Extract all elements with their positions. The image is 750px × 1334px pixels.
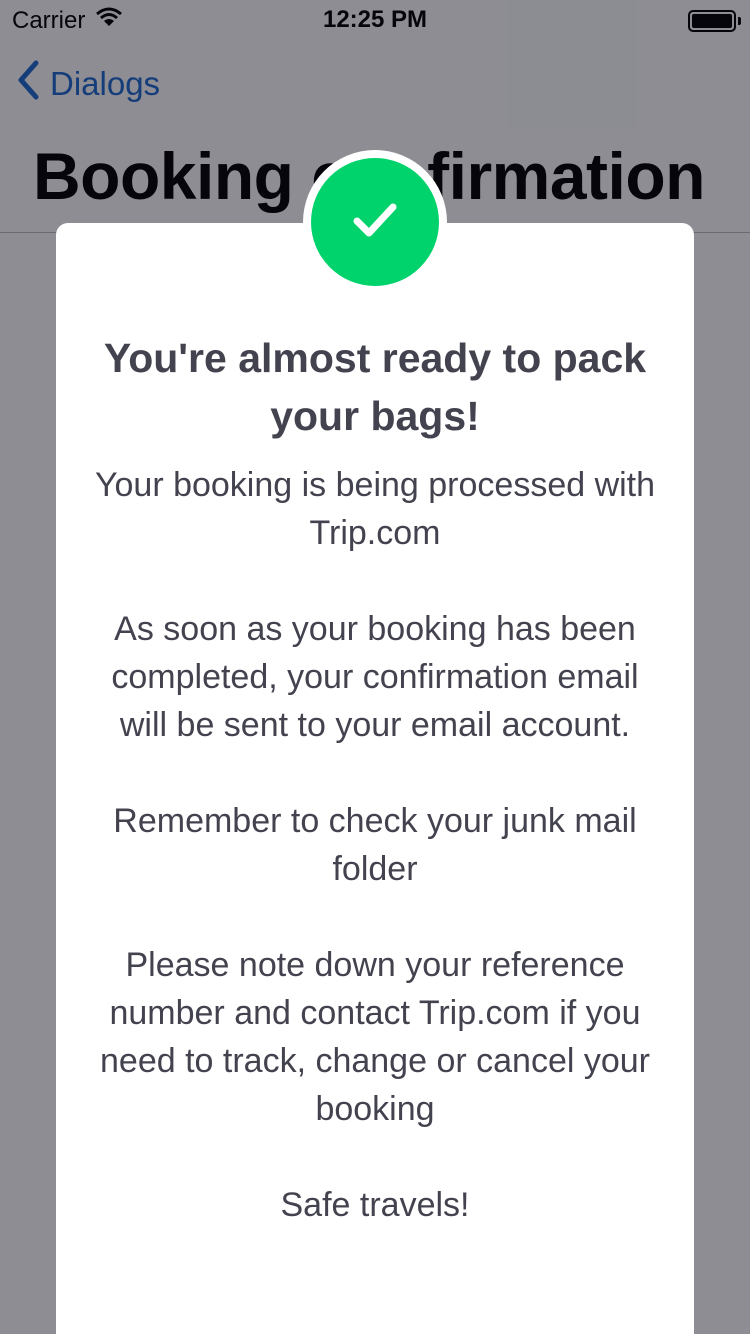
- dialog-paragraph-reference: Please note down your reference number a…: [100, 946, 650, 1128]
- dialog-title: You're almost ready to pack your bags!: [103, 335, 647, 439]
- checkmark-icon: [351, 200, 399, 245]
- success-badge: [303, 150, 447, 294]
- dialog-paragraph-junk-mail: Remember to check your junk mail folder: [113, 802, 637, 888]
- screen: Carrier 12:25 PM Dialogs Booking confirm…: [0, 0, 750, 1334]
- dialog-paragraph-processing: Your booking is being processed with Tri…: [94, 466, 656, 552]
- dialog-paragraph-sign-off: Safe travels!: [280, 1186, 470, 1224]
- dialog-message: Your booking is being processed with Tri…: [86, 461, 664, 1229]
- dialog-paragraph-email: As soon as your booking has been complet…: [111, 610, 639, 744]
- booking-confirmation-dialog: You're almost ready to pack your bags! Y…: [56, 223, 694, 1334]
- success-badge-circle: [311, 158, 439, 286]
